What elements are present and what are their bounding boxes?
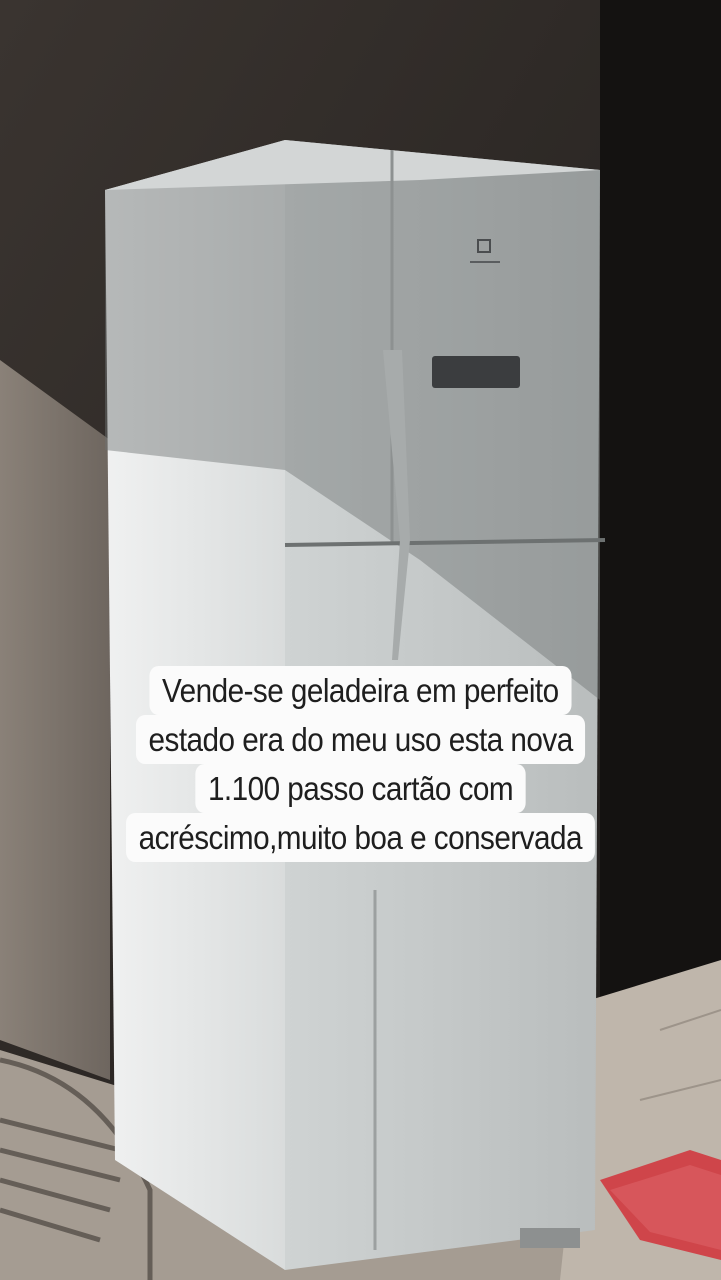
caption-line-2: estado era do meu uso esta nova <box>135 715 586 764</box>
fridge-display-panel <box>432 356 520 388</box>
fridge-foot <box>520 1228 580 1248</box>
caption-line-3: 1.100 passo cartão com <box>195 764 526 813</box>
photo-scene <box>0 0 721 1280</box>
caption-line-1: Vende-se geladeira em perfeito <box>149 666 572 715</box>
caption-line-4: acréscimo,muito boa e conservada <box>126 813 595 862</box>
story-caption: Vende-se geladeira em perfeito estado er… <box>0 666 721 862</box>
